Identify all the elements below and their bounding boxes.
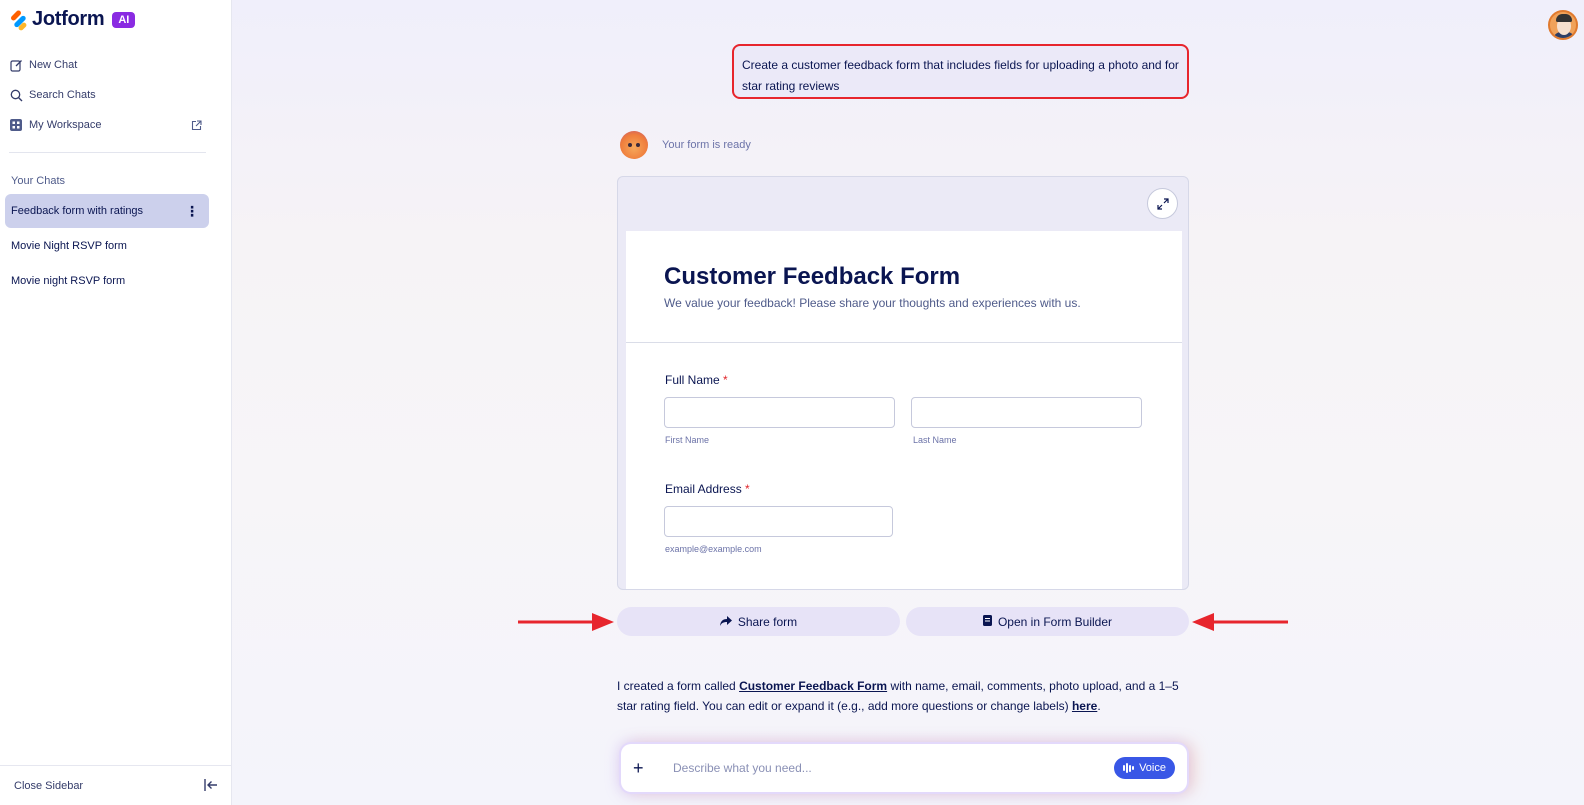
expand-icon — [1156, 197, 1169, 210]
my-workspace-label: My Workspace — [29, 119, 102, 131]
bot-avatar-icon — [620, 131, 648, 159]
chat-list: Feedback form with ratings ⋮ Movie Night… — [5, 194, 209, 299]
annotation-arrow-left — [518, 613, 614, 631]
form-builder-icon — [982, 614, 992, 629]
form-preview: Customer Feedback Form We value your fee… — [617, 176, 1189, 590]
share-icon — [719, 615, 732, 629]
voice-label: Voice — [1139, 762, 1166, 774]
voice-button[interactable]: Voice — [1114, 757, 1175, 779]
chat-main: Create a customer feedback form that inc… — [232, 0, 1584, 805]
new-chat-label: New Chat — [29, 59, 78, 71]
required-mark: * — [745, 482, 750, 496]
more-options-icon[interactable]: ⋮ — [185, 203, 199, 220]
email-sublabel: example@example.com — [665, 544, 762, 554]
share-form-button[interactable]: Share form — [617, 607, 900, 636]
form-name-link[interactable]: Customer Feedback Form — [739, 679, 887, 693]
close-sidebar-label: Close Sidebar — [14, 779, 84, 792]
external-link-icon[interactable] — [189, 118, 203, 132]
ai-badge: AI — [112, 11, 136, 28]
chat-item-feedback-form[interactable]: Feedback form with ratings ⋮ — [5, 194, 209, 228]
form-card: Customer Feedback Form We value your fee… — [626, 231, 1182, 589]
add-attachment-icon[interactable]: + — [633, 758, 653, 779]
form-subtitle: We value your feedback! Please share you… — [664, 296, 1081, 310]
brand-name: Jotform — [32, 8, 105, 30]
bot-status-text: Your form is ready — [662, 139, 751, 151]
close-sidebar-button[interactable]: Close Sidebar — [0, 765, 232, 805]
collapse-sidebar-icon — [204, 778, 218, 794]
required-mark: * — [723, 373, 728, 387]
search-icon — [9, 88, 23, 102]
jotform-logo-icon — [9, 8, 28, 31]
sidebar-nav: New Chat Search Chats My Workspace — [9, 50, 209, 140]
your-chats-heading: Your Chats — [11, 175, 66, 187]
sidebar-divider — [9, 152, 206, 153]
email-input[interactable] — [664, 506, 893, 537]
chat-item-label: Movie Night RSVP form — [11, 240, 127, 252]
user-avatar[interactable] — [1548, 10, 1578, 40]
message-input[interactable]: Describe what you need... — [673, 761, 1114, 775]
form-header: Customer Feedback Form We value your fee… — [626, 231, 1182, 343]
last-name-input[interactable] — [911, 397, 1142, 428]
user-prompt-bubble: Create a customer feedback form that inc… — [732, 44, 1189, 99]
edit-icon — [9, 58, 23, 72]
chat-item-label: Feedback form with ratings — [11, 205, 144, 217]
open-form-builder-button[interactable]: Open in Form Builder — [906, 607, 1189, 636]
chat-item-label: Movie night RSVP form — [11, 275, 126, 287]
expand-preview-button[interactable] — [1147, 188, 1178, 219]
bot-reply-text: I created a form called Customer Feedbac… — [617, 679, 1179, 713]
open-form-builder-label: Open in Form Builder — [997, 614, 1113, 629]
my-workspace-button[interactable]: My Workspace — [9, 110, 209, 140]
workspace-icon — [9, 118, 23, 132]
bot-message-header: Your form is ready — [620, 131, 751, 159]
annotation-arrow-right — [1192, 613, 1288, 631]
search-chats-label: Search Chats — [29, 89, 96, 101]
jotform-logo[interactable]: Jotform AI — [9, 8, 136, 31]
chat-composer: + Describe what you need... Voice — [621, 744, 1187, 792]
first-name-input[interactable] — [664, 397, 895, 428]
chat-item-movie-night-rsvp[interactable]: Movie Night RSVP form — [5, 229, 209, 263]
email-label: Email Address * — [665, 482, 750, 496]
new-chat-button[interactable]: New Chat — [9, 50, 209, 80]
search-chats-button[interactable]: Search Chats — [9, 80, 209, 110]
form-title: Customer Feedback Form — [664, 263, 961, 290]
share-form-label: Share form — [737, 614, 798, 629]
chat-item-movie-night-rsvp-2[interactable]: Movie night RSVP form — [5, 264, 209, 298]
full-name-label: Full Name * — [665, 373, 728, 387]
last-name-sublabel: Last Name — [913, 435, 957, 445]
voice-waveform-icon — [1123, 763, 1135, 773]
sidebar: Jotform AI New Chat Search Chats My Work… — [0, 0, 232, 805]
edit-here-link[interactable]: here — [1072, 699, 1097, 713]
first-name-sublabel: First Name — [665, 435, 710, 445]
